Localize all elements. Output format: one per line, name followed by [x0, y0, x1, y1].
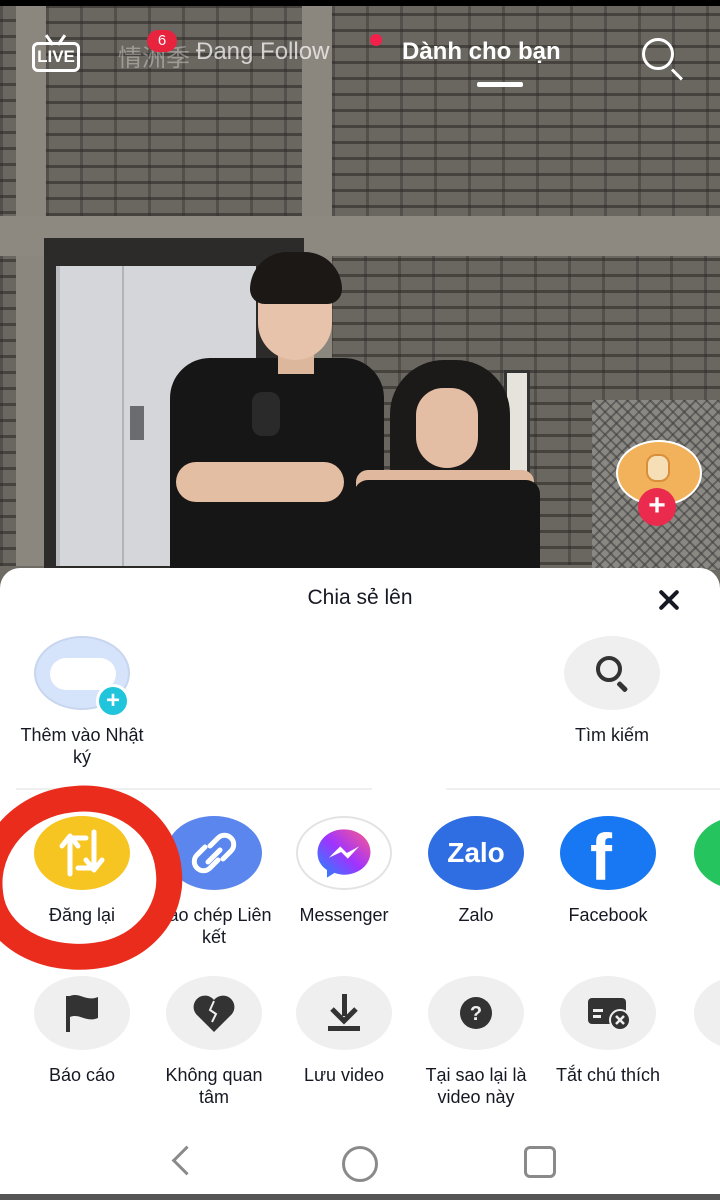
download-glyph	[328, 994, 360, 1031]
messenger-button[interactable]: Messenger	[278, 816, 410, 926]
live-label: LIVE	[37, 47, 75, 66]
more-option-button[interactable]: D	[676, 976, 720, 1086]
woman-face	[416, 388, 478, 468]
item-label: Báo cáo	[48, 1065, 116, 1085]
report-button[interactable]: Báo cáo	[16, 976, 148, 1086]
man-arms	[176, 462, 344, 502]
active-tab-indicator	[477, 82, 523, 87]
creator-avatar[interactable]: +	[616, 440, 702, 526]
not-interested-button[interactable]: Không quan tâm	[148, 976, 280, 1108]
add-to-story-button[interactable]: + Thêm vào Nhật ký	[16, 636, 148, 768]
item-label: Facebook	[568, 905, 648, 925]
door-seam	[122, 266, 124, 566]
item-label: Thêm vào Nhật ký	[20, 725, 144, 767]
cat-avatar-icon	[646, 454, 670, 482]
whatsapp-icon	[694, 816, 720, 890]
item-label: Zalo	[458, 905, 494, 925]
follow-button[interactable]: +	[638, 488, 676, 526]
tab-for-you[interactable]: Dành cho bạn	[402, 38, 561, 66]
item-label: Lưu video	[303, 1065, 385, 1085]
caption-off-icon	[560, 976, 656, 1050]
status-bar	[0, 0, 720, 6]
messenger-icon	[296, 816, 392, 890]
facebook-f-glyph: f	[590, 820, 612, 890]
item-label: D	[676, 1064, 720, 1086]
home-icon[interactable]	[342, 1146, 378, 1182]
question-icon: ?	[428, 976, 524, 1050]
save-video-button[interactable]: Lưu video	[278, 976, 410, 1086]
back-icon[interactable]	[166, 1146, 196, 1176]
search-icon	[642, 38, 674, 70]
new-content-dot	[370, 34, 382, 46]
search-ring	[596, 656, 622, 682]
woman-body	[354, 480, 540, 570]
door-handle	[130, 406, 144, 440]
messenger-logo-icon	[317, 829, 371, 878]
svg-text:?: ?	[470, 1003, 482, 1025]
search-button[interactable]	[640, 36, 688, 81]
more-icon	[694, 976, 720, 1050]
search-icon-handle	[670, 68, 683, 81]
top-navigation: LIVE 情洲季 6 Đang Follow Dành cho bạn	[0, 20, 720, 100]
search-icon	[564, 636, 660, 710]
item-label: Messenger	[299, 905, 389, 925]
close-icon[interactable]	[652, 582, 688, 618]
caption-off-glyph	[588, 998, 631, 1031]
item-label: Tại sao lại là video này	[425, 1065, 527, 1107]
notification-badge: 6	[147, 30, 177, 52]
add-story-icon: +	[34, 636, 130, 718]
item-label: Không quan tâm	[165, 1065, 263, 1107]
zalo-icon: Zalo	[428, 816, 524, 890]
item-label: S	[676, 904, 720, 926]
flag-icon	[34, 976, 130, 1050]
captions-off-button[interactable]: Tắt chú thích	[542, 976, 674, 1086]
bottom-edge	[0, 1194, 720, 1200]
plus-icon: +	[96, 684, 130, 718]
whatsapp-button[interactable]: S	[676, 816, 720, 926]
flag-glyph	[66, 995, 98, 1032]
why-this-video-button[interactable]: ? Tại sao lại là video này	[410, 976, 542, 1108]
android-navigation-bar	[0, 1128, 720, 1194]
divider	[446, 788, 720, 790]
man-hair	[250, 252, 342, 304]
facebook-button[interactable]: f Facebook	[542, 816, 674, 926]
download-icon	[296, 976, 392, 1050]
broken-heart-glyph	[193, 995, 235, 1032]
zalo-button[interactable]: Zalo Zalo	[410, 816, 542, 926]
search-handle	[616, 680, 629, 693]
facebook-icon: f	[560, 816, 656, 890]
broken-heart-icon	[166, 976, 262, 1050]
item-label: Tìm kiếm	[575, 725, 649, 745]
question-glyph: ?	[460, 997, 492, 1029]
sunglasses	[252, 392, 280, 436]
tab-following[interactable]: Đang Follow	[196, 38, 329, 66]
live-button[interactable]: LIVE	[32, 34, 80, 74]
zalo-logo: Zalo	[447, 837, 505, 868]
recent-apps-icon[interactable]	[524, 1146, 556, 1178]
search-share-button[interactable]: Tìm kiếm	[546, 636, 678, 746]
sheet-title: Chia sẻ lên	[307, 586, 413, 609]
item-label: Tắt chú thích	[555, 1065, 661, 1085]
